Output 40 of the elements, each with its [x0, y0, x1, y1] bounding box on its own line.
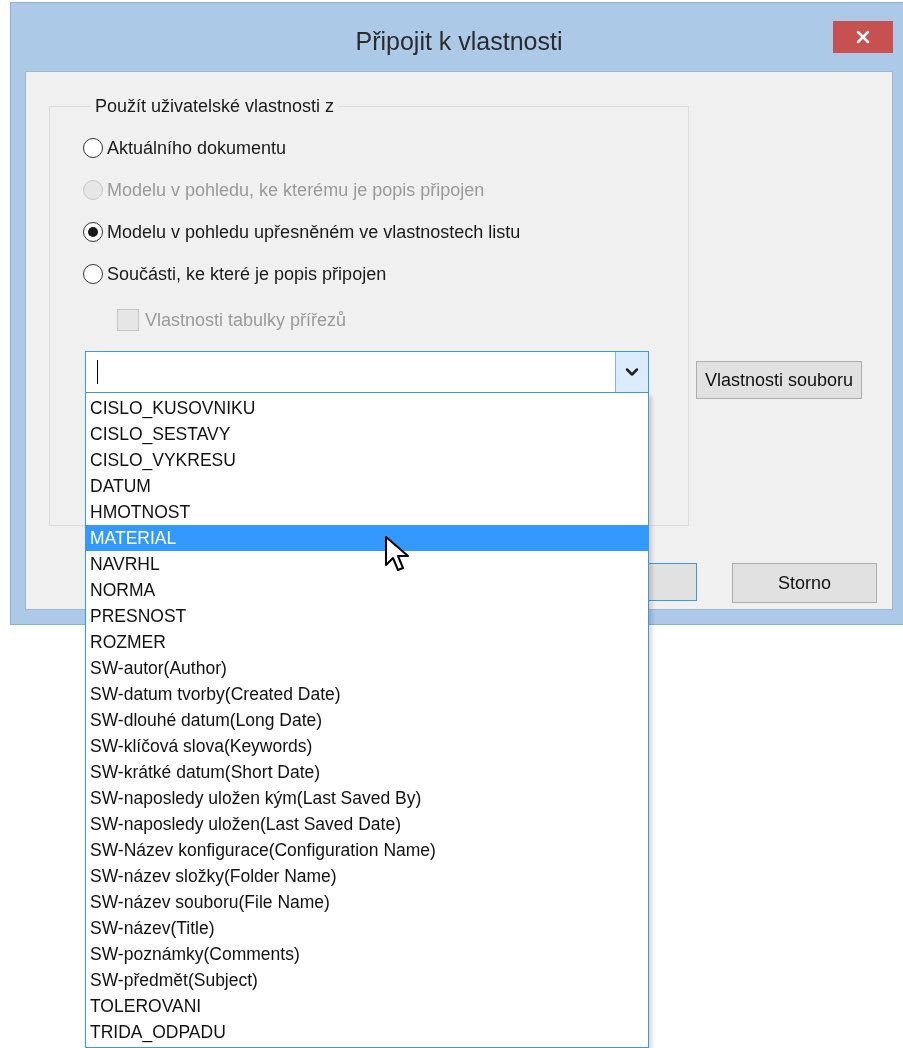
list-item[interactable]: SW-autor(Author)	[86, 655, 648, 681]
list-item[interactable]: SW-název souboru(File Name)	[86, 889, 648, 915]
list-item[interactable]: NAVRHL	[86, 551, 648, 577]
radio-button[interactable]	[83, 222, 103, 242]
radio-button[interactable]	[83, 264, 103, 284]
list-item[interactable]: SW-naposledy uložen(Last Saved Date)	[86, 811, 648, 837]
list-item[interactable]: HMOTNOST	[86, 499, 648, 525]
window-title: Připojit k vlastnosti	[355, 27, 563, 56]
file-properties-button[interactable]: Vlastnosti souboru	[696, 361, 863, 399]
radio-button[interactable]	[83, 138, 103, 158]
list-item[interactable]: CISLO_SESTAVY	[86, 421, 648, 447]
list-item[interactable]: SW-poznámky(Comments)	[86, 941, 648, 967]
list-item[interactable]: NORMA	[86, 577, 648, 603]
list-item[interactable]: DATUM	[86, 473, 648, 499]
list-item[interactable]: SW-datum tvorby(Created Date)	[86, 681, 648, 707]
list-item[interactable]: CISLO_KUSOVNIKU	[86, 395, 648, 421]
radio-label: Aktuálního dokumentu	[107, 137, 287, 159]
list-item[interactable]: SW-krátké datum(Short Date)	[86, 759, 648, 785]
list-item[interactable]: TRIDA_ODPADU	[86, 1019, 648, 1045]
list-item[interactable]: PRESNOST	[86, 603, 648, 629]
radio-label: Modelu v pohledu, ke kterému je popis připojen	[107, 179, 485, 201]
list-item[interactable]: SW-naposledy uložen kým(Last Saved By)	[86, 785, 648, 811]
list-item[interactable]: SW-předmět(Subject)	[86, 967, 648, 993]
radio-label: Součásti, ke které je popis připojen	[107, 263, 387, 285]
list-item[interactable]: SW-dlouhé datum(Long Date)	[86, 707, 648, 733]
radio-label: Modelu v pohledu upřesněném ve vlastnostech listu	[107, 221, 521, 243]
checkbox-label: Vlastnosti tabulky přířezů	[145, 309, 347, 331]
group-label: Použít uživatelské vlastnosti z	[94, 96, 336, 117]
list-item[interactable]: ROZMER	[86, 629, 648, 655]
list-item[interactable]: CISLO_VYKRESU	[86, 447, 648, 473]
text-caret	[97, 360, 98, 384]
cursor-icon	[384, 535, 410, 573]
close-button[interactable]	[833, 21, 893, 53]
cancel-button[interactable]: Storno	[732, 563, 877, 603]
list-item[interactable]: TOLEROVANI	[86, 993, 648, 1019]
list-item[interactable]: SW-název(Title)	[86, 915, 648, 941]
dropdown-button[interactable]	[615, 352, 648, 392]
list-item[interactable]: SW-klíčová slova(Keywords)	[86, 733, 648, 759]
list-item[interactable]: SW-Název konfigurace(Configuration Name)	[86, 837, 648, 863]
list-item[interactable]: SW-název složky(Folder Name)	[86, 863, 648, 889]
